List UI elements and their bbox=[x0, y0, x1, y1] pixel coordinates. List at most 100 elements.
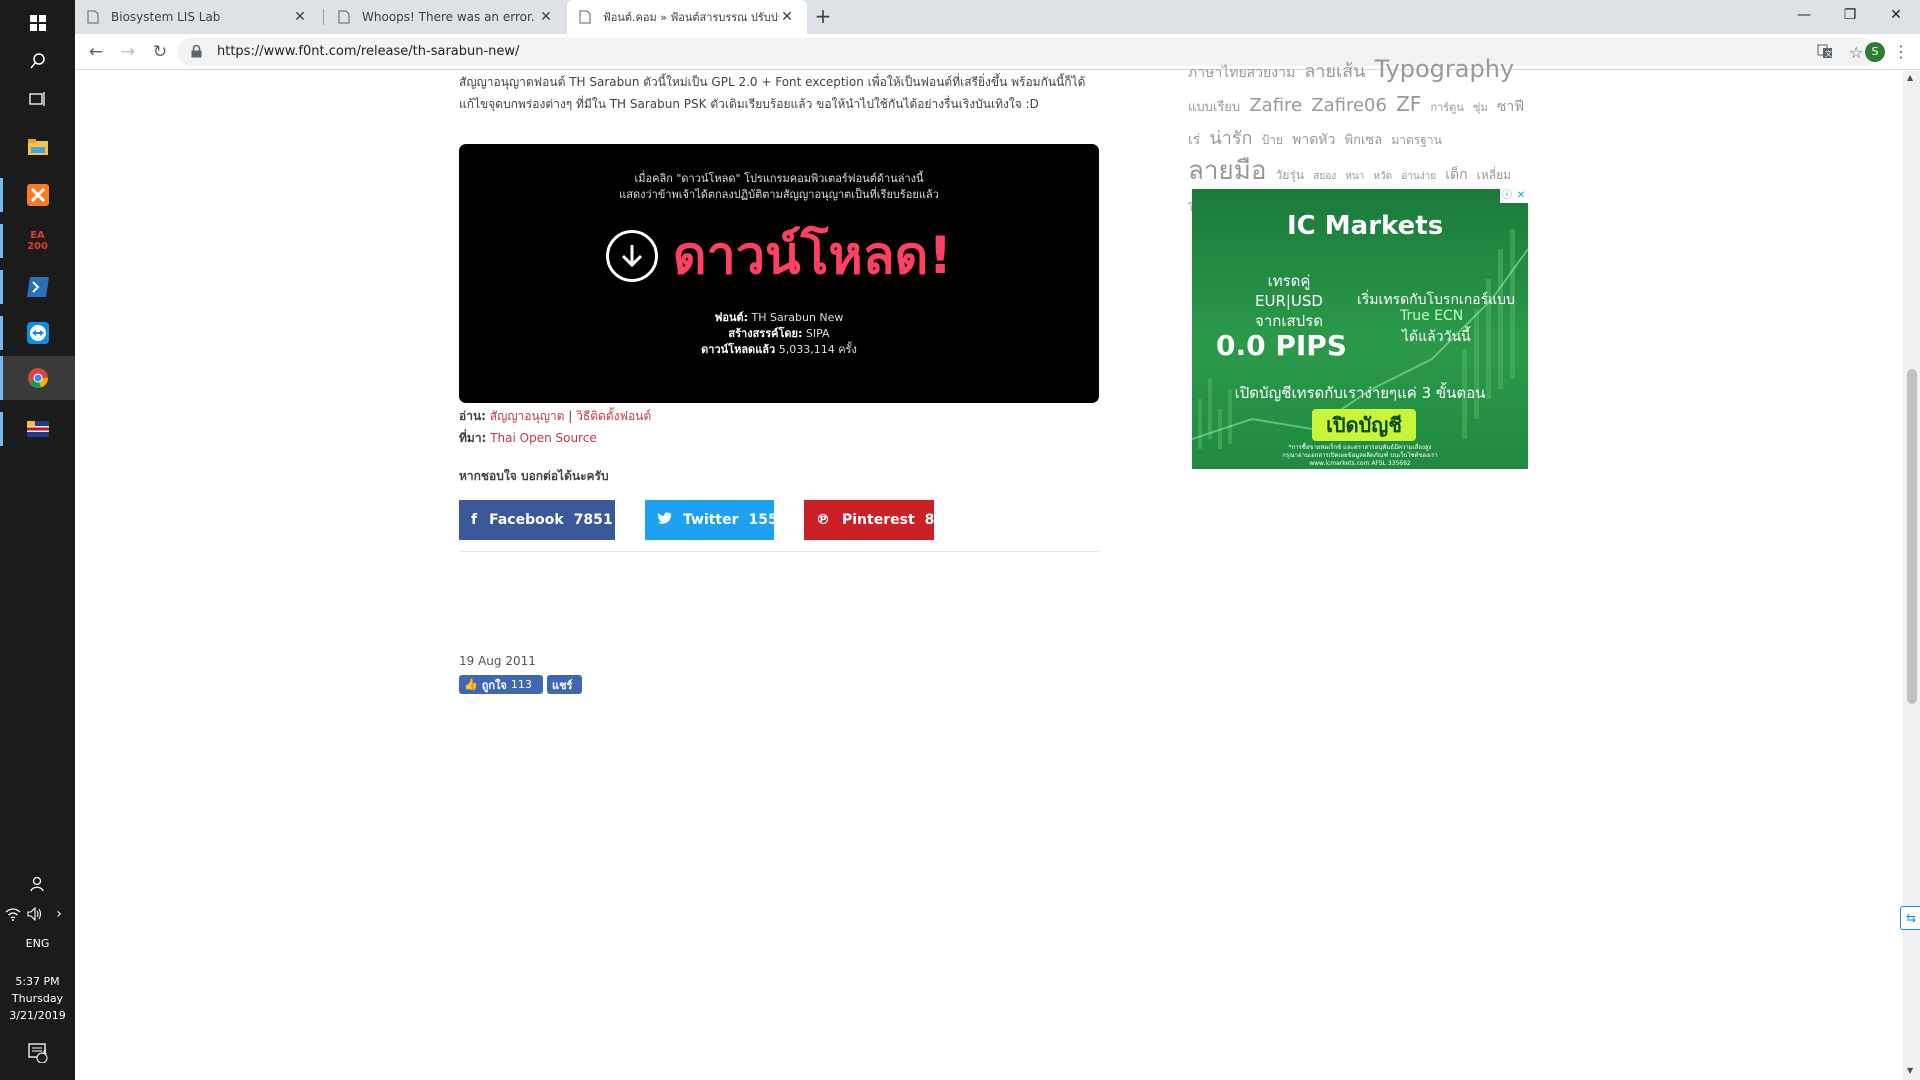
url-text[interactable]: https://www.f0nt.com/release/th-sarabun-… bbox=[217, 38, 519, 66]
page-viewport: สัญญาอนุญาตฟอนต์ TH Sarabun ตัวนี้ใหม่เป… bbox=[75, 55, 1920, 1080]
page-icon bbox=[579, 9, 595, 25]
download-button[interactable]: ดาวน์โหลด! bbox=[459, 226, 1099, 286]
tag-link[interactable]: เด็ก bbox=[1445, 167, 1467, 183]
translate-icon[interactable]: 文 bbox=[1817, 43, 1833, 63]
minimize-button[interactable]: — bbox=[1781, 0, 1827, 30]
download-meta: ฟอนต์: TH Sarabun New สร้างสรรค์โดย: SIP… bbox=[459, 310, 1099, 358]
tab-separator bbox=[323, 9, 324, 25]
chrome-icon[interactable] bbox=[0, 361, 75, 395]
close-icon[interactable]: ✕ bbox=[779, 9, 795, 25]
facebook-share-button[interactable]: f Facebook 7851 bbox=[459, 500, 615, 540]
tag-link[interactable]: เหลี่ยม bbox=[1477, 168, 1511, 182]
scroll-down-icon[interactable]: ▼ bbox=[1907, 1066, 1913, 1075]
tag-link[interactable]: หวัด bbox=[1373, 171, 1392, 182]
volume-icon[interactable] bbox=[24, 904, 46, 924]
link-separator: | bbox=[564, 409, 577, 423]
flag-app-icon[interactable] bbox=[0, 412, 75, 446]
clock-time[interactable]: 5:37 PM bbox=[0, 973, 75, 990]
profile-avatar[interactable]: S bbox=[1865, 42, 1885, 62]
tag-link[interactable]: อ่านง่าย bbox=[1401, 171, 1436, 182]
license-link[interactable]: สัญญาอนุญาต bbox=[490, 409, 565, 423]
tag-link[interactable]: Zafire06 bbox=[1311, 95, 1387, 116]
download-label[interactable]: ดาวน์โหลด! bbox=[673, 226, 952, 286]
article-intro: สัญญาอนุญาตฟอนต์ TH Sarabun ตัวนี้ใหม่เป… bbox=[459, 75, 1086, 111]
ea200-icon[interactable]: EA 200 bbox=[0, 224, 75, 258]
ad-info-icon[interactable]: ⓘ bbox=[1500, 189, 1514, 203]
tag-link[interactable]: น่ารัก bbox=[1209, 128, 1252, 149]
teamviewer-icon[interactable] bbox=[0, 316, 75, 350]
bookmark-star-icon[interactable]: ☆ bbox=[1849, 43, 1863, 62]
source-link[interactable]: Thai Open Source bbox=[490, 431, 597, 445]
tag-link[interactable]: มาตรฐาน bbox=[1391, 133, 1441, 147]
lock-icon[interactable] bbox=[191, 44, 202, 62]
svg-text:文: 文 bbox=[1825, 49, 1832, 58]
tab-strip: Biosystem LIS Lab ✕ Whoops! There was an… bbox=[75, 0, 1920, 34]
source-key: ที่มา: bbox=[459, 431, 487, 445]
task-view-icon[interactable] bbox=[0, 84, 75, 114]
facebook-like-button[interactable]: 👍 ถูกใจ 113 bbox=[459, 675, 543, 694]
tag-link[interactable]: ภาษาไทยสวยงาม bbox=[1188, 65, 1295, 81]
tab-whoops[interactable]: Whoops! There was an error. ✕ bbox=[326, 0, 566, 34]
tag-link[interactable]: สยอง bbox=[1313, 171, 1336, 182]
ad-right-line3: ได้แล้ววันนี้ bbox=[1402, 329, 1471, 345]
window-close-button[interactable]: ✕ bbox=[1873, 0, 1919, 30]
tag-link[interactable]: แบบเรียบ bbox=[1188, 100, 1240, 115]
back-icon[interactable]: ← bbox=[83, 40, 109, 64]
tag-link[interactable]: พาดหัว bbox=[1292, 132, 1335, 148]
windows-taskbar: EA 200 › ENG 5:37 PM Thursday 3/21/2019 … bbox=[0, 0, 75, 1080]
close-icon[interactable]: ✕ bbox=[292, 9, 308, 25]
windows-logo-icon[interactable] bbox=[0, 8, 75, 38]
download-note: เมื่อคลิก "ดาวน์โหลด" โปรแกรมคอมพิวเตอร์… bbox=[459, 171, 1099, 203]
ad-close-icon[interactable]: ✕ bbox=[1514, 189, 1528, 203]
notification-center-icon[interactable]: 4 bbox=[0, 1040, 75, 1066]
powershell-icon[interactable] bbox=[0, 270, 75, 304]
forward-icon[interactable]: → bbox=[115, 40, 141, 64]
menu-icon[interactable]: ⋮ bbox=[1893, 42, 1909, 62]
new-tab-button[interactable]: + bbox=[811, 5, 835, 29]
tab-f0nt[interactable]: ฟ้อนต์.คอม » ฟ้อนต์สารบรรณ ปรับปรุ ✕ bbox=[567, 0, 807, 34]
tag-link[interactable]: ลายมือ bbox=[1188, 156, 1267, 186]
tab-biosystem[interactable]: Biosystem LIS Lab ✕ bbox=[75, 0, 320, 34]
teamviewer-widget-icon[interactable]: ⇆ bbox=[1900, 906, 1920, 930]
pinterest-count: 8 bbox=[924, 512, 935, 528]
tag-link[interactable]: วัยรุ่น bbox=[1276, 168, 1304, 182]
ad-open-account-button[interactable]: เปิดบัญชี bbox=[1312, 409, 1416, 441]
tag-link[interactable]: ZF bbox=[1396, 92, 1421, 116]
reload-icon[interactable]: ↻ bbox=[147, 40, 173, 64]
twitter-icon bbox=[657, 512, 671, 528]
language-indicator[interactable]: ENG bbox=[0, 935, 75, 952]
search-icon[interactable] bbox=[0, 46, 75, 76]
page-icon bbox=[338, 9, 354, 25]
ad-choices[interactable]: ⓘ ✕ bbox=[1500, 189, 1528, 203]
tag-link[interactable]: ป้าย bbox=[1262, 133, 1283, 147]
facebook-share-small-button[interactable]: แชร์ bbox=[547, 675, 582, 694]
download-box[interactable]: เมื่อคลิก "ดาวน์โหลด" โปรแกรมคอมพิวเตอร์… bbox=[459, 144, 1099, 403]
omnibox[interactable]: https://www.f0nt.com/release/th-sarabun-… bbox=[177, 38, 1877, 66]
tag-link[interactable]: พิกเซล bbox=[1345, 133, 1383, 148]
pinterest-share-button[interactable]: ℗ Pinterest 8 bbox=[804, 500, 934, 540]
wifi-icon[interactable] bbox=[2, 904, 24, 924]
twitter-share-button[interactable]: Twitter 155 bbox=[645, 500, 778, 540]
restore-button[interactable]: ❐ bbox=[1827, 0, 1873, 30]
tag-link[interactable]: ลายเส้น bbox=[1304, 61, 1365, 82]
xampp-icon[interactable] bbox=[0, 178, 75, 212]
tag-link[interactable]: การ์ตูน bbox=[1430, 101, 1463, 114]
tag-link[interactable]: หนา bbox=[1345, 171, 1364, 182]
tag-link[interactable]: Typography bbox=[1375, 55, 1515, 83]
ad-steps: เปิดบัญชีเทรดกับเราง่ายๆแค่ 3 ขั้นตอน bbox=[1234, 384, 1486, 402]
close-icon[interactable]: ✕ bbox=[538, 9, 554, 25]
tag-link[interactable]: ซุ่ม bbox=[1473, 101, 1488, 114]
ad-pips: 0.0 PIPS bbox=[1216, 329, 1347, 362]
ic-markets-ad[interactable]: ⓘ ✕ IC Markets เทรดคู่ EUR|USD จากเสปรด … bbox=[1192, 189, 1528, 469]
install-guide-link[interactable]: วิธีติดตั้งฟอนต์ bbox=[576, 409, 651, 423]
file-explorer-icon[interactable] bbox=[0, 130, 75, 164]
tag-link[interactable]: Zafire bbox=[1249, 95, 1302, 116]
chrome-window: Biosystem LIS Lab ✕ Whoops! There was an… bbox=[75, 0, 1920, 1080]
people-icon[interactable] bbox=[0, 872, 75, 896]
scroll-up-icon[interactable]: ▲ bbox=[1907, 73, 1913, 82]
chevron-right-icon[interactable]: › bbox=[48, 904, 70, 924]
scrollbar-thumb[interactable] bbox=[1907, 369, 1917, 704]
tab-title: Biosystem LIS Lab bbox=[111, 10, 221, 24]
page-icon bbox=[87, 9, 103, 25]
download-count: 5,033,114 ครั้ง bbox=[778, 343, 857, 356]
